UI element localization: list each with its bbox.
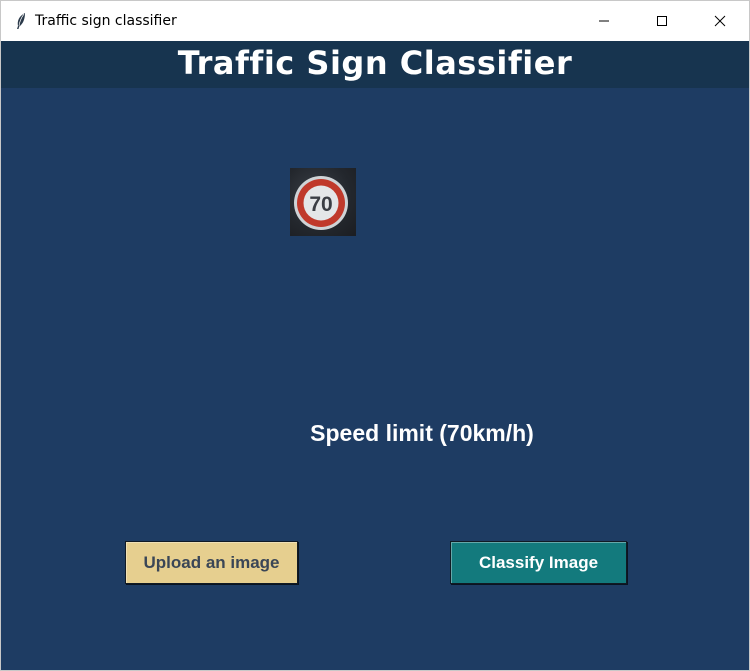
maximize-button[interactable] [633,1,691,41]
title-bar[interactable]: Traffic sign classifier [1,0,749,41]
speed-limit-sign-image: 70 [290,168,356,236]
app-header: Traffic Sign Classifier [1,41,749,88]
minimize-button[interactable] [575,1,633,41]
window-title: Traffic sign classifier [35,13,177,29]
prediction-label: Speed limit (70km/h) [310,420,534,446]
page-title: Traffic Sign Classifier [177,43,573,82]
window-controls [575,1,749,41]
app-window: Traffic sign classifier Traffic Sign Cla… [0,0,750,671]
classify-image-button[interactable]: Classify Image [450,541,627,584]
close-icon [714,12,726,31]
close-button[interactable] [691,1,749,41]
sign-value-text: 70 [309,193,332,216]
minimize-icon [598,12,610,31]
feather-icon [13,11,29,31]
upload-image-button[interactable]: Upload an image [125,541,298,584]
maximize-icon [656,12,668,31]
